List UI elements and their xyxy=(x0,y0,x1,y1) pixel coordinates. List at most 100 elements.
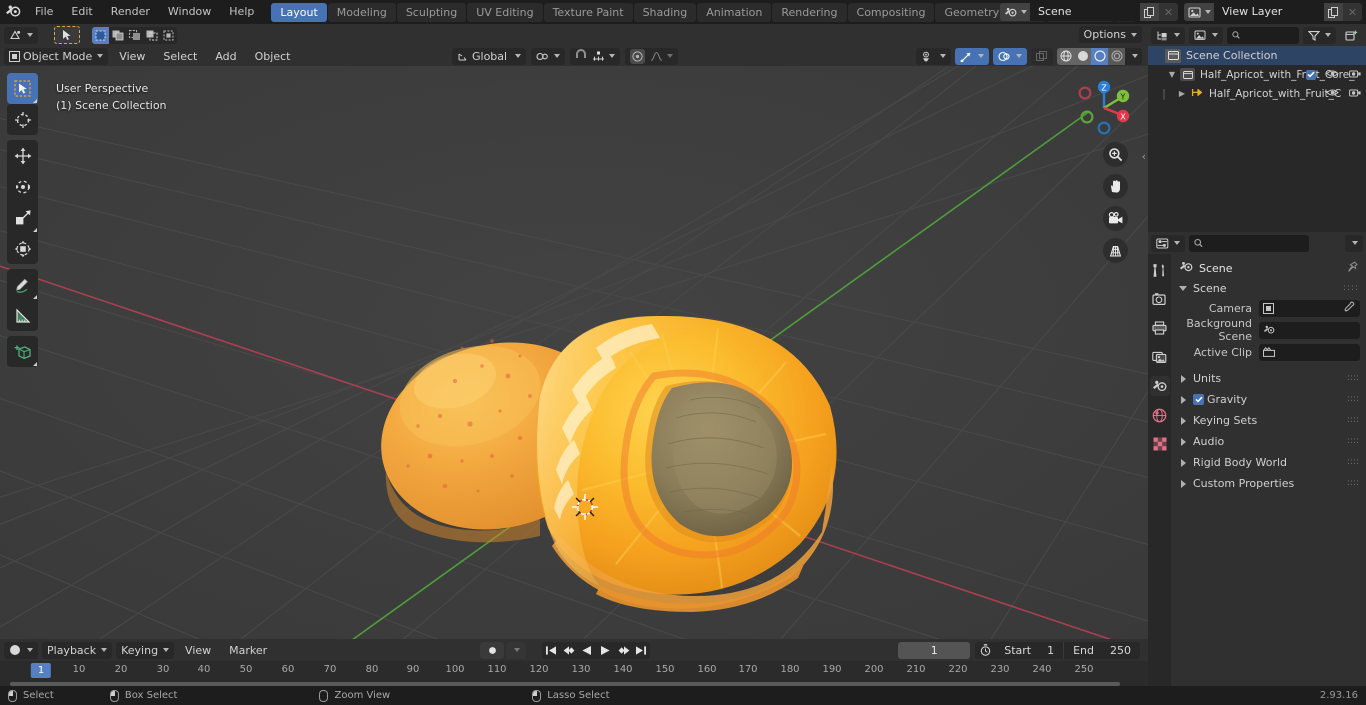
tab-rendering[interactable]: Rendering xyxy=(772,2,847,22)
menu-help[interactable]: Help xyxy=(220,3,263,21)
3d-viewport[interactable]: User Perspective (1) Scene Collection Z … xyxy=(0,66,1148,639)
properties-editor-type-selector[interactable] xyxy=(1151,234,1185,252)
active-tool-indicator[interactable] xyxy=(54,26,80,44)
units-section[interactable]: Units :::: xyxy=(1171,368,1366,389)
outliner-filter-id-selector[interactable] xyxy=(1189,26,1223,44)
next-keyframe-button[interactable] xyxy=(614,642,632,659)
falloff-curve-selector[interactable] xyxy=(650,51,673,62)
expander-right-icon[interactable] xyxy=(1181,458,1186,467)
select-set-icon[interactable] xyxy=(92,26,109,44)
expander-down-icon[interactable]: ▼ xyxy=(1166,70,1178,79)
gizmo-toggle[interactable] xyxy=(955,47,989,65)
select-extend-icon[interactable] xyxy=(109,27,126,44)
scale-tool[interactable] xyxy=(7,202,38,233)
transform-tool[interactable] xyxy=(7,233,38,264)
timeline-ruler[interactable]: 1 10 20 30 40 50 60 70 80 90 100 110 120… xyxy=(0,661,1148,682)
output-tab[interactable] xyxy=(1150,318,1170,338)
options-button[interactable]: Options xyxy=(1078,26,1142,43)
navigation-gizmo[interactable]: Z Y X xyxy=(1070,74,1138,142)
start-frame-field[interactable]: Start 1 xyxy=(995,642,1063,659)
overlays-toggle[interactable] xyxy=(993,47,1027,65)
tweak-tool[interactable] xyxy=(7,73,38,104)
expander-right-icon[interactable]: ▶ xyxy=(1176,89,1188,98)
toggle-perspective-button[interactable] xyxy=(1103,238,1128,263)
menu-add[interactable]: Add xyxy=(208,48,243,65)
outliner-row-scene-collection[interactable]: Scene Collection xyxy=(1148,46,1366,65)
audio-section[interactable]: Audio :::: xyxy=(1171,431,1366,452)
view-layer-selector[interactable]: View Layer ✕ xyxy=(1184,3,1362,21)
snap-target-selector[interactable] xyxy=(592,51,615,62)
play-button[interactable] xyxy=(596,642,614,659)
properties-search-input[interactable] xyxy=(1206,236,1304,250)
current-frame-field[interactable]: 1 xyxy=(898,641,971,659)
outliner-search-input[interactable] xyxy=(1244,28,1294,42)
tab-sculpting[interactable]: Sculpting xyxy=(396,2,467,22)
previous-keyframe-button[interactable] xyxy=(560,642,578,659)
scene-panel-header[interactable]: Scene :::: xyxy=(1171,278,1366,298)
menu-window[interactable]: Window xyxy=(159,3,220,21)
close-icon[interactable]: ✕ xyxy=(1159,3,1178,21)
active-clip-field[interactable] xyxy=(1259,343,1360,361)
rigid-body-world-section[interactable]: Rigid Body World :::: xyxy=(1171,452,1366,473)
zoom-view-button[interactable] xyxy=(1103,142,1128,167)
properties-search[interactable] xyxy=(1189,234,1309,252)
shading-dropdown[interactable] xyxy=(1125,48,1142,65)
duplicate-icon[interactable] xyxy=(1324,3,1343,21)
render-tab[interactable] xyxy=(1150,289,1170,309)
move-tool[interactable] xyxy=(7,140,38,171)
outliner-search[interactable] xyxy=(1227,26,1299,44)
select-subtract-icon[interactable] xyxy=(126,27,143,44)
pivot-point-selector[interactable] xyxy=(531,47,565,65)
auto-keying-toggle[interactable] xyxy=(480,641,504,659)
move-view-button[interactable] xyxy=(1103,174,1128,199)
material-preview-shading-button[interactable] xyxy=(1091,47,1108,65)
pin-icon[interactable] xyxy=(1347,260,1358,276)
rotate-tool[interactable] xyxy=(7,171,38,202)
measure-tool[interactable] xyxy=(7,300,38,331)
menu-edit[interactable]: Edit xyxy=(62,3,101,21)
camera-field[interactable] xyxy=(1259,299,1360,317)
add-cube-tool[interactable] xyxy=(7,336,38,367)
tab-modeling[interactable]: Modeling xyxy=(327,2,396,22)
wireframe-shading-button[interactable] xyxy=(1057,47,1074,65)
end-frame-field[interactable]: End 250 xyxy=(1063,641,1140,659)
outliner-display-mode-selector[interactable] xyxy=(1151,26,1185,44)
render-camera-icon[interactable] xyxy=(1349,68,1361,81)
jump-to-end-button[interactable] xyxy=(632,642,650,659)
scene-name[interactable]: Scene xyxy=(1030,3,1140,21)
timeline-view-menu[interactable]: View xyxy=(178,642,218,659)
playback-menu[interactable]: Playback xyxy=(42,641,113,659)
transform-orientation-selector[interactable]: Global xyxy=(452,47,526,65)
gravity-checkbox[interactable] xyxy=(1193,394,1204,405)
view-layer-icon[interactable] xyxy=(1184,3,1214,21)
expander-down-icon[interactable] xyxy=(1179,285,1187,291)
menu-render[interactable]: Render xyxy=(102,3,159,21)
menu-select[interactable]: Select xyxy=(156,48,204,65)
menu-object[interactable]: Object xyxy=(248,48,298,65)
editor-type-selector[interactable] xyxy=(4,26,38,44)
expander-right-icon[interactable] xyxy=(1181,374,1186,383)
menu-file[interactable]: File xyxy=(26,3,62,21)
texture-tab[interactable] xyxy=(1150,434,1170,454)
keying-menu[interactable]: Keying xyxy=(116,641,175,659)
custom-properties-section[interactable]: Custom Properties :::: xyxy=(1171,473,1366,494)
close-icon[interactable]: ✕ xyxy=(1343,3,1362,21)
view-layer-name[interactable]: View Layer xyxy=(1214,3,1324,21)
outliner-row-apricot-collection[interactable]: ▼ Half_Apricot_with_Fruit_Core_ xyxy=(1148,65,1366,84)
timeline-marker-menu[interactable]: Marker xyxy=(222,642,274,659)
tab-uv-editing[interactable]: UV Editing xyxy=(467,2,543,22)
sidebar-toggle-chevron-left-icon[interactable]: ‹ xyxy=(1142,150,1146,163)
xray-toggle[interactable] xyxy=(1031,47,1053,65)
mode-selector[interactable]: Object Mode xyxy=(4,47,109,65)
expander-right-icon[interactable] xyxy=(1181,416,1186,425)
keying-sets-section[interactable]: Keying Sets :::: xyxy=(1171,410,1366,431)
outliner-row-apricot-object[interactable]: | ▶ Half_Apricot_with_Fruit_C xyxy=(1148,84,1366,103)
tab-animation[interactable]: Animation xyxy=(697,2,772,22)
expander-right-icon[interactable] xyxy=(1181,437,1186,446)
solid-shading-button[interactable] xyxy=(1074,47,1091,65)
select-intersect-icon[interactable] xyxy=(160,27,177,44)
properties-options-dropdown[interactable] xyxy=(1345,234,1363,252)
timeline-editor-type-selector[interactable] xyxy=(4,641,38,659)
menu-view[interactable]: View xyxy=(112,48,152,65)
camera-view-button[interactable] xyxy=(1103,206,1128,231)
